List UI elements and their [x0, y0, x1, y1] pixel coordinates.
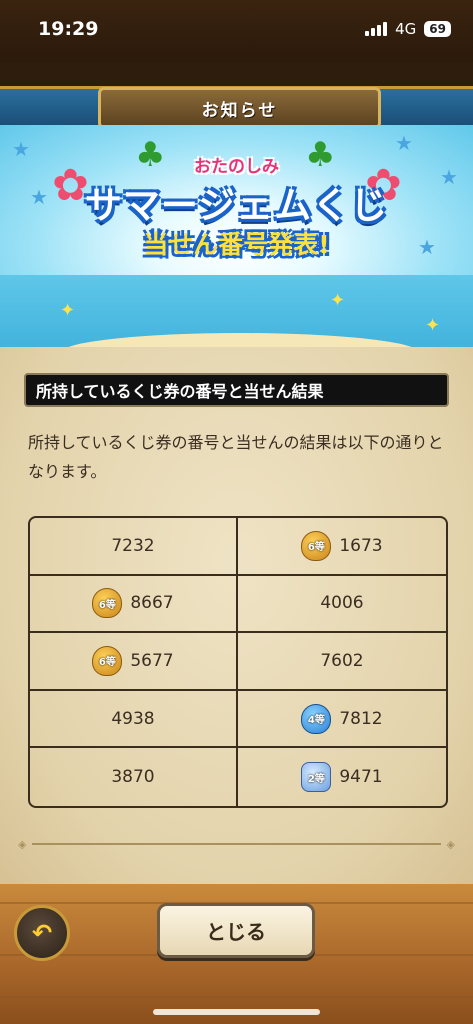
- ticket-cell: 6等 1673: [238, 518, 446, 576]
- ticket-cell: 6等 8667: [30, 575, 238, 634]
- status-time: 19:29: [38, 18, 99, 40]
- ticket-number: 7602: [320, 650, 364, 671]
- banner-main-title: サマージェムくじ: [84, 184, 389, 227]
- ticket-number: 8667: [130, 593, 174, 614]
- back-button[interactable]: ↶: [14, 905, 70, 961]
- prize-badge-icon: 6等: [92, 645, 123, 676]
- ticket-cell: 7602: [238, 633, 446, 691]
- section-label: 所持しているくじ券の番号と当せん結果: [24, 373, 449, 407]
- divider-ornament-icon: ◈: [446, 838, 455, 851]
- section-description: 所持しているくじ券の番号と当せんの結果は以下の通りとなります。: [28, 433, 444, 481]
- ticket-number: 7812: [339, 708, 383, 729]
- battery-icon: 69: [424, 21, 451, 37]
- signal-icon: [365, 22, 388, 36]
- ticket-number: 7232: [111, 535, 155, 556]
- prize-badge-icon: 6等: [92, 588, 123, 619]
- summer-gem-lottery-banner: ★ ★ ★ ★ ★ ✦ ✦ ✦ ♣ ♣ ✿ ✿ おたのしみ サマージェムくじ 当…: [0, 125, 473, 347]
- ticket-cell: 2等 9471: [238, 748, 446, 806]
- ticket-cell: 4006: [238, 576, 446, 634]
- ticket-number: 3870: [111, 767, 155, 788]
- divider: ◈ ◈: [18, 838, 455, 851]
- prize-badge-icon: 6等: [301, 530, 332, 561]
- sparkle-icon: ✦: [425, 315, 441, 336]
- ticket-number: 4938: [111, 708, 155, 729]
- sparkle-icon: ✦: [330, 290, 346, 311]
- ticket-number: 1673: [339, 535, 383, 556]
- ticket-number: 9471: [339, 767, 383, 788]
- page-title: お知らせ: [201, 100, 278, 121]
- network-label: 4G: [395, 20, 417, 38]
- ticket-table: 7232 6等 1673 6等 8667 4006 6等 5677 7602 4938 4等 7812…: [28, 516, 448, 808]
- ticket-cell: 6等 5677: [30, 633, 238, 691]
- prize-badge-icon: 2等: [301, 762, 332, 793]
- back-arrow-icon: ↶: [31, 919, 53, 947]
- close-button-label: とじる: [206, 920, 266, 944]
- close-button[interactable]: とじる: [157, 903, 315, 958]
- ticket-number: 4006: [320, 593, 364, 614]
- home-indicator[interactable]: [153, 1009, 320, 1015]
- divider-line: [32, 843, 441, 845]
- status-indicators: 4G 69: [365, 20, 451, 38]
- ticket-cell: 7232: [30, 518, 238, 576]
- ticket-cell: 3870: [30, 748, 238, 806]
- ticket-number: 5677: [130, 650, 174, 671]
- header-plate: お知らせ: [98, 87, 381, 129]
- sparkle-icon: ✦: [60, 300, 76, 321]
- ticket-cell: 4等 7812: [238, 691, 446, 749]
- prize-badge-icon: 4等: [301, 703, 332, 734]
- banner-small-title: おたのしみ: [194, 157, 279, 177]
- banner-sub-title: 当せん番号発表!: [143, 230, 330, 259]
- ticket-cell: 4938: [30, 690, 238, 749]
- divider-ornament-icon: ◈: [18, 838, 27, 851]
- status-bar: 19:29 4G 69: [0, 0, 473, 62]
